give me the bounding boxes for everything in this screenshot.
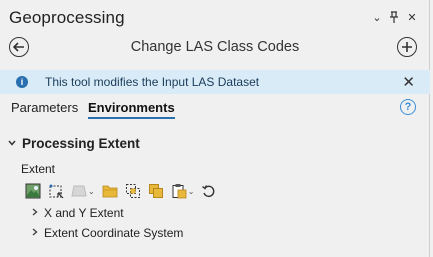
info-close-icon[interactable]: ✕ xyxy=(402,73,415,91)
tab-parameters[interactable]: Parameters xyxy=(11,100,78,115)
close-icon[interactable]: ✕ xyxy=(405,10,419,24)
draw-extent-icon[interactable] xyxy=(45,181,67,201)
chevron-right-icon[interactable] xyxy=(32,228,38,238)
layer-extent-icon[interactable] xyxy=(68,181,90,201)
section-title: Processing Extent xyxy=(22,135,140,151)
reset-icon[interactable] xyxy=(198,181,220,201)
tab-strip: Parameters Environments ? xyxy=(0,98,430,122)
chevron-right-icon[interactable] xyxy=(32,208,38,218)
pane-header: Geoprocessing ⌄ ✕ xyxy=(0,0,430,34)
info-icon: i xyxy=(16,76,28,88)
chevron-down-icon[interactable] xyxy=(8,138,16,149)
chevron-down-icon[interactable]: ⌄ xyxy=(88,187,95,196)
current-display-extent-icon[interactable] xyxy=(22,181,44,201)
browse-folder-icon[interactable] xyxy=(99,181,121,201)
geoprocessing-pane: Geoprocessing ⌄ ✕ Change LAS Class Codes… xyxy=(0,0,430,257)
processing-extent-section[interactable]: Processing Extent xyxy=(8,134,140,152)
intersection-extent-icon[interactable] xyxy=(122,181,144,201)
tree-item-xy-extent[interactable]: X and Y Extent xyxy=(32,206,124,220)
extent-toolbar: ⌄ ⌄ xyxy=(22,180,221,202)
info-banner: i This tool modifies the Input LAS Datas… xyxy=(0,70,430,94)
extent-label: Extent xyxy=(21,162,56,176)
help-icon[interactable]: ? xyxy=(400,99,416,115)
tool-title: Change LAS Class Codes xyxy=(130,39,300,55)
pane-title: Geoprocessing xyxy=(9,8,125,27)
add-icon[interactable] xyxy=(397,37,417,57)
pin-icon[interactable] xyxy=(387,10,401,24)
paste-extent-icon[interactable] xyxy=(168,181,190,201)
tree-item-label: X and Y Extent xyxy=(44,206,124,220)
tab-environments[interactable]: Environments xyxy=(88,100,175,119)
union-extent-icon[interactable] xyxy=(145,181,167,201)
tool-title-row: Change LAS Class Codes xyxy=(0,34,430,62)
chevron-down-icon[interactable]: ⌄ xyxy=(188,187,195,196)
tree-item-label: Extent Coordinate System xyxy=(44,226,184,240)
tree-item-extent-coordinate-system[interactable]: Extent Coordinate System xyxy=(32,226,183,240)
info-message: This tool modifies the Input LAS Dataset xyxy=(45,75,260,89)
chevron-down-icon[interactable]: ⌄ xyxy=(370,10,384,24)
